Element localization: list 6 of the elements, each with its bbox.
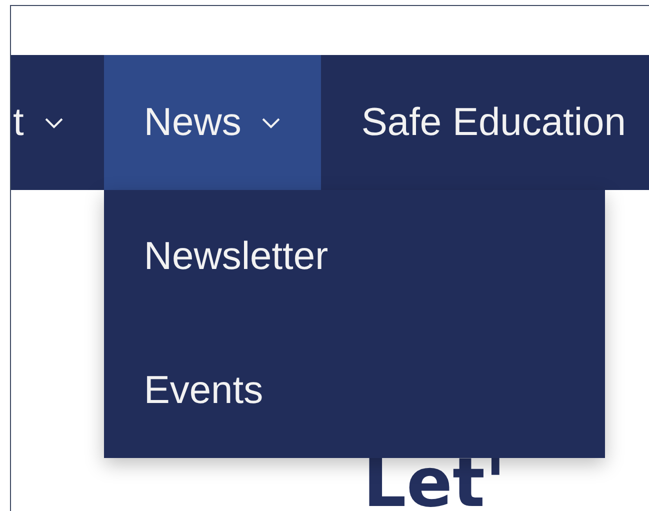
nav-item[interactable]: t xyxy=(11,55,104,190)
nav-item[interactable]: News xyxy=(104,55,322,190)
menu-item[interactable]: Newsletter xyxy=(104,190,605,324)
page-heading: Let' xyxy=(363,458,506,509)
nav-item[interactable]: Safe Education xyxy=(321,55,649,190)
menu-item[interactable]: Events xyxy=(104,324,605,458)
